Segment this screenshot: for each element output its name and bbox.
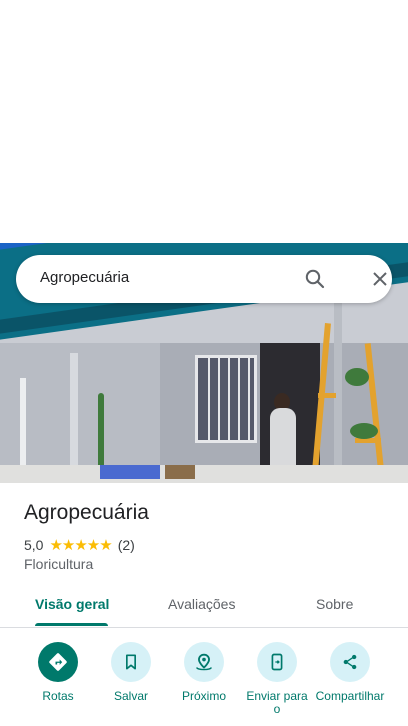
tab-overview[interactable]: Visão geral bbox=[35, 596, 109, 612]
save-button[interactable]: Salvar bbox=[93, 642, 169, 703]
rating-value: 5,0 bbox=[24, 537, 44, 553]
place-category: Floricultura bbox=[24, 556, 94, 572]
close-icon[interactable] bbox=[368, 267, 392, 291]
tab-about[interactable]: Sobre bbox=[316, 596, 353, 612]
save-label: Salvar bbox=[113, 689, 148, 703]
share-button[interactable]: Compartilhar bbox=[312, 642, 388, 703]
directions-label: Rotas bbox=[42, 689, 74, 703]
share-label: Compartilhar bbox=[315, 689, 385, 703]
rating-row[interactable]: 5,0 ★★★★★ (2) bbox=[24, 536, 135, 554]
directions-icon bbox=[38, 642, 78, 682]
tab-reviews[interactable]: Avaliações bbox=[168, 596, 235, 612]
send-to-phone-label: Enviar para o bbox=[246, 689, 308, 716]
search-bar[interactable]: Agropecuária bbox=[16, 255, 392, 303]
tab-bar: Visão geral Avaliações Sobre bbox=[0, 585, 408, 628]
nearby-label: Próximo bbox=[181, 689, 226, 703]
bookmark-icon bbox=[111, 642, 151, 682]
review-count[interactable]: (2) bbox=[118, 537, 135, 553]
nearby-icon bbox=[184, 642, 224, 682]
search-input[interactable]: Agropecuária bbox=[40, 269, 129, 286]
place-title: Agropecuária bbox=[24, 501, 149, 524]
tab-indicator bbox=[35, 623, 108, 626]
search-icon[interactable] bbox=[303, 267, 327, 291]
send-to-phone-button[interactable]: Enviar para o bbox=[239, 642, 315, 716]
send-to-phone-icon bbox=[257, 642, 297, 682]
map-area[interactable] bbox=[0, 0, 408, 243]
nearby-button[interactable]: Próximo bbox=[166, 642, 242, 703]
share-icon bbox=[330, 642, 370, 682]
star-rating: ★★★★★ bbox=[49, 537, 112, 554]
directions-button[interactable]: Rotas bbox=[20, 642, 96, 703]
